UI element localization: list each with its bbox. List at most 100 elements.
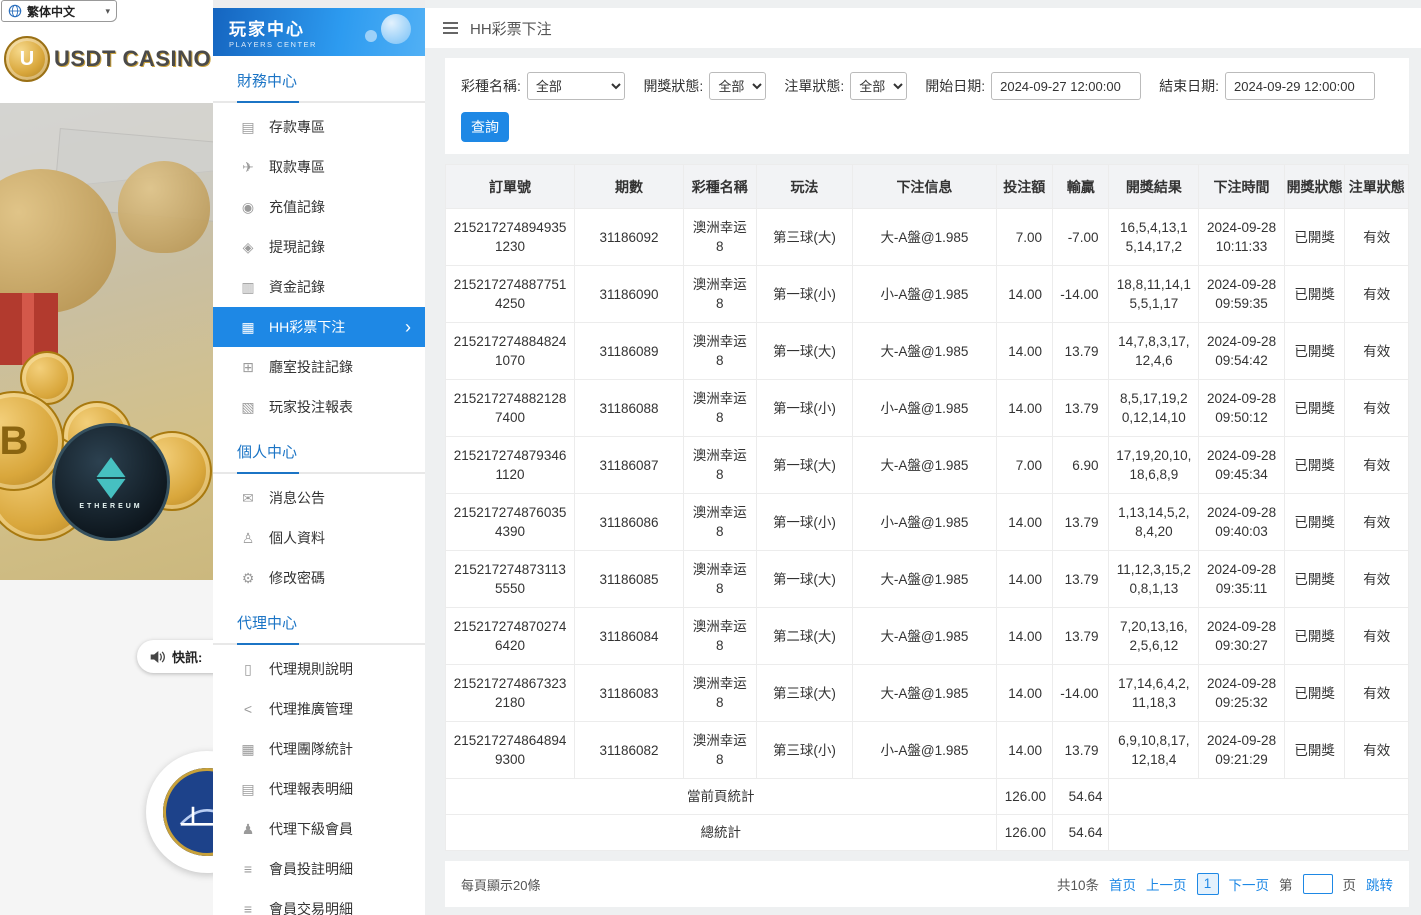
menu-toggle-icon[interactable] bbox=[443, 22, 458, 34]
personal-items: ✉ 消息公告 › ♙ 個人資料 › ⚙ 修改密碼 › bbox=[213, 478, 425, 598]
page-topbar: HH彩票下注 bbox=[425, 8, 1421, 48]
lottery-name-label: 彩種名稱: bbox=[461, 76, 521, 96]
cell-draw-result: 18,8,11,14,15,5,1,17 bbox=[1109, 266, 1199, 323]
summary-winloss-total: 54.64 bbox=[1053, 815, 1109, 851]
sidebar-item-icon: ◈ bbox=[239, 239, 257, 256]
draw-status-select[interactable]: 全部 bbox=[709, 72, 766, 100]
jump-button[interactable]: 跳转 bbox=[1366, 874, 1393, 894]
cell-order-number: 2152172748760354390 bbox=[446, 494, 575, 551]
quick-news-label: 快訊: bbox=[172, 647, 202, 666]
sidebar-item[interactable]: ≡ 會員交易明細 › bbox=[213, 889, 425, 915]
language-selector[interactable]: 繁体中文 ▾ bbox=[1, 0, 117, 22]
search-button[interactable]: 查詢 bbox=[461, 112, 509, 142]
table-row: 2152172748793461120 31186087 澳洲幸运8 第一球(大… bbox=[446, 437, 1409, 494]
table-row: 2152172748673232180 31186083 澳洲幸运8 第三球(大… bbox=[446, 665, 1409, 722]
sidebar-item-icon: ▤ bbox=[239, 119, 257, 136]
table-row: 2152172748821287400 31186088 澳洲幸运8 第一球(小… bbox=[446, 380, 1409, 437]
sidebar-item[interactable]: ▧ 玩家投注報表 › bbox=[213, 387, 425, 427]
sidebar-item-icon: ▯ bbox=[239, 661, 257, 678]
sidebar-item-icon: ≡ bbox=[239, 901, 257, 915]
bet-table-summary: 當前頁統計 126.00 54.64 總統計 126.00 54.64 bbox=[446, 779, 1409, 851]
sidebar-item-icon: ▤ bbox=[239, 781, 257, 798]
quick-news-button[interactable]: 快訊: bbox=[137, 640, 213, 673]
sidebar-item-icon: ▦ bbox=[239, 741, 257, 758]
sidebar-item[interactable]: ⚙ 修改密碼 › bbox=[213, 558, 425, 598]
site-logo-text: USDT CASINO bbox=[54, 46, 211, 72]
sidebar-item[interactable]: ▤ 代理報表明細 › bbox=[213, 769, 425, 809]
draw-status-label: 開獎狀態: bbox=[643, 76, 703, 96]
sidebar-item[interactable]: ◉ 充值記錄 › bbox=[213, 187, 425, 227]
cell-order-status: 有效 bbox=[1345, 266, 1409, 323]
prev-page-link[interactable]: 上一页 bbox=[1146, 874, 1187, 894]
cell-order-number: 2152172748673232180 bbox=[446, 665, 575, 722]
sidebar-item-icon: ♙ bbox=[239, 530, 257, 547]
total-count-text: 共10条 bbox=[1057, 874, 1099, 894]
chevron-right-icon: › bbox=[405, 317, 411, 338]
sidebar-item[interactable]: ▦ HH彩票下注 › bbox=[213, 307, 425, 347]
first-page-link[interactable]: 首页 bbox=[1109, 874, 1136, 894]
lottery-name-select[interactable]: 全部 bbox=[527, 72, 626, 100]
page-jump-input[interactable] bbox=[1303, 874, 1333, 894]
cell-play-type: 第一球(小) bbox=[756, 266, 853, 323]
sidebar-item[interactable]: ♟ 代理下級會員 › bbox=[213, 809, 425, 849]
sidebar-header: 玩家中心 PLAYERS CENTER bbox=[213, 8, 425, 56]
sidebar-item[interactable]: ▯ 代理規則說明 › bbox=[213, 649, 425, 689]
cell-bet-info: 小-A盤@1.985 bbox=[853, 380, 996, 437]
sidebar-item[interactable]: ▤ 存款專區 › bbox=[213, 107, 425, 147]
cell-play-type: 第一球(大) bbox=[756, 323, 853, 380]
sidebar-item[interactable]: ▦ 代理團隊統計 › bbox=[213, 729, 425, 769]
sidebar-item[interactable]: < 代理推廣管理 › bbox=[213, 689, 425, 729]
user-avatar[interactable] bbox=[146, 751, 213, 873]
cell-period: 31186082 bbox=[575, 722, 684, 779]
sidebar-item[interactable]: ▥ 資金記錄 › bbox=[213, 267, 425, 307]
cell-bet-time: 2024-09-28 09:21:29 bbox=[1199, 722, 1285, 779]
cell-order-number: 2152172748848241070 bbox=[446, 323, 575, 380]
bet-table-body: 2152172748949351230 31186092 澳洲幸运8 第三球(大… bbox=[446, 209, 1409, 779]
sidebar-item[interactable]: ≡ 會員投註明細 › bbox=[213, 849, 425, 889]
sidebar-item-icon: ✈ bbox=[239, 159, 257, 176]
cell-order-number: 2152172748731135550 bbox=[446, 551, 575, 608]
table-row: 2152172748731135550 31186085 澳洲幸运8 第一球(大… bbox=[446, 551, 1409, 608]
summary-winloss-total: 54.64 bbox=[1053, 779, 1109, 815]
cell-play-type: 第一球(小) bbox=[756, 380, 853, 437]
sidebar-item[interactable]: ✈ 取款專區 › bbox=[213, 147, 425, 187]
site-logo[interactable]: U USDT CASINO bbox=[4, 36, 211, 82]
cell-play-type: 第一球(小) bbox=[756, 494, 853, 551]
sidebar-item[interactable]: ⊞ 廳室投註記錄 › bbox=[213, 347, 425, 387]
cell-bet-time: 2024-09-28 09:50:12 bbox=[1199, 380, 1285, 437]
cell-play-type: 第一球(大) bbox=[756, 551, 853, 608]
language-label: 繁体中文 bbox=[27, 3, 75, 20]
column-header: 注單狀態 bbox=[1345, 165, 1409, 209]
end-date-input[interactable] bbox=[1225, 72, 1375, 100]
cell-bet-amount: 14.00 bbox=[996, 266, 1052, 323]
sidebar-item-label: 修改密碼 bbox=[269, 568, 325, 588]
summary-empty bbox=[1109, 815, 1409, 851]
table-row: 2152172748648949300 31186082 澳洲幸运8 第三球(小… bbox=[446, 722, 1409, 779]
cell-lottery-name: 澳洲幸运8 bbox=[683, 608, 756, 665]
globe-icon bbox=[8, 4, 22, 18]
section-agent: 代理中心 ▯ 代理規則說明 › < 代理推廣管理 › ▦ 代理團隊統計 bbox=[213, 612, 425, 915]
page-title: HH彩票下注 bbox=[470, 18, 552, 39]
next-page-link[interactable]: 下一页 bbox=[1229, 874, 1270, 894]
cell-play-type: 第三球(大) bbox=[756, 665, 853, 722]
column-header: 輸贏 bbox=[1053, 165, 1109, 209]
cell-period: 31186090 bbox=[575, 266, 684, 323]
sidebar-item-icon: ⊞ bbox=[239, 359, 257, 376]
bridge-icon bbox=[179, 794, 213, 830]
cell-period: 31186089 bbox=[575, 323, 684, 380]
sidebar-item[interactable]: ✉ 消息公告 › bbox=[213, 478, 425, 518]
cell-win-loss: 6.90 bbox=[1053, 437, 1109, 494]
cell-bet-info: 大-A盤@1.985 bbox=[853, 665, 996, 722]
order-status-select[interactable]: 全部 bbox=[850, 72, 907, 100]
sidebar-item-icon: < bbox=[239, 701, 257, 717]
cell-play-type: 第二球(大) bbox=[756, 608, 853, 665]
sidebar-item[interactable]: ♙ 個人資料 › bbox=[213, 518, 425, 558]
cell-period: 31186085 bbox=[575, 551, 684, 608]
sidebar-item[interactable]: ◈ 提現記錄 › bbox=[213, 227, 425, 267]
section-personal: 個人中心 ✉ 消息公告 › ♙ 個人資料 › ⚙ 修改密碼 › bbox=[213, 441, 425, 598]
cell-period: 31186092 bbox=[575, 209, 684, 266]
ethereum-coin-icon: ETHEREUM bbox=[52, 423, 170, 541]
start-date-input[interactable] bbox=[991, 72, 1141, 100]
summary-empty bbox=[1109, 779, 1409, 815]
cell-bet-time: 2024-09-28 09:54:42 bbox=[1199, 323, 1285, 380]
